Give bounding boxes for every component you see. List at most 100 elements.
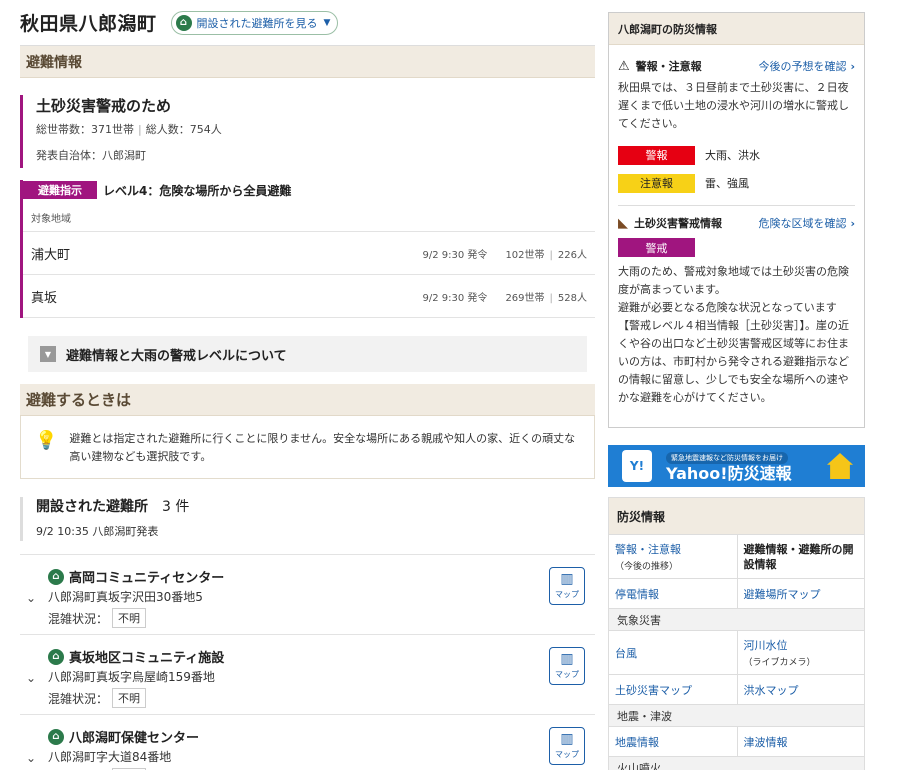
shelter-icon: ⌂ [175, 14, 192, 31]
lightbulb-icon: 💡 [35, 430, 58, 451]
shelter-updated: 9/2 10:35 八郎潟町発表 [36, 525, 159, 538]
map-label: マップ [555, 590, 579, 599]
map-label: マップ [555, 750, 579, 759]
bosai-links: 防災情報 警報・注意報 （今後の推移） 避難情報・避難所の開設情報 停電情報 避難… [608, 497, 865, 770]
warning-label: 警報・注意報 [635, 60, 702, 73]
accordion-label: 避難情報と大雨の警戒レベルについて [66, 348, 287, 364]
level-text: レベル4：危険な場所から全員避難 [103, 183, 292, 198]
earthquake-link[interactable]: 地震情報 [609, 727, 737, 756]
warning-items: 大雨、洪水 [705, 149, 760, 162]
expand-chevron-icon[interactable]: ⌄ [26, 751, 36, 765]
main-column: 秋田県八郎潟町 ⌂ 開設された避難所を見る ▼ 避難情報 土砂災害警戒のため 総… [20, 0, 595, 770]
category-quake: 地震・津波 [609, 704, 864, 726]
evac-shelter-info-link[interactable]: 避難情報・避難所の開設情報 [736, 535, 865, 578]
expand-chevron-icon[interactable]: ⌄ [26, 591, 36, 605]
map-button[interactable]: ▥ マップ [549, 727, 585, 765]
landslide-map-link[interactable]: 土砂災害マップ [609, 675, 737, 704]
evac-card: 土砂災害警戒のため 総世帯数：371世帯 | 総人数：754人 発表自治体：八郎潟町 [20, 95, 595, 168]
forecast-link[interactable]: 今後の予想を確認 › [758, 58, 855, 74]
advisory-items: 雷、強風 [705, 177, 749, 190]
area-households: 269世帯 [505, 292, 545, 304]
link-row: 地震情報 津波情報 [609, 726, 864, 756]
landslide-text-1: 大雨のため、警戒対象地域では土砂災害の危険度が高まっています。 [618, 265, 849, 296]
warning-text: 秋田県では、３日昼前まで土砂災害に、２日夜遅くまで低い土地の浸水や河川の増水に警… [618, 81, 849, 130]
expand-triangle-icon: ▼ [40, 346, 56, 362]
area-info: 9/2 9:30 発令 269世帯 | 528人 [423, 289, 587, 304]
crowd-value: 不明 [112, 688, 147, 708]
river-level-text: 河川水位 [743, 639, 788, 652]
evac-note: 💡 避難とは指定された避難所に行くことに限りません。安全な場所にある親戚や知人の… [20, 416, 595, 479]
warning-icon: ⚠ [618, 58, 630, 74]
link-row: 警報・注意報 （今後の推移） 避難情報・避難所の開設情報 [609, 534, 864, 578]
evac-note-text: 避難とは指定された避難所に行くことに限りません。安全な場所にある親戚や知人の家、… [69, 432, 576, 463]
map-button[interactable]: ▥ マップ [549, 567, 585, 605]
expand-chevron-icon[interactable]: ⌄ [26, 671, 36, 685]
shelter-name-text: 高岡コミュニティセンター [69, 571, 225, 586]
category-volcano: 火山噴火 [609, 756, 864, 770]
chevron-right-icon: › [850, 217, 855, 230]
level-block: 避難指示 レベル4：危険な場所から全員避難 対象地域 浦大町 9/2 9:30 … [20, 180, 595, 318]
shelter-address: 八郎潟町真坂字沢田30番地5 [48, 590, 203, 604]
evac-map-link[interactable]: 避難場所マップ [736, 579, 865, 608]
map-label: マップ [555, 670, 579, 679]
divider [618, 205, 855, 206]
evac-counts: 総世帯数：371世帯 | 総人数：754人 [36, 122, 595, 138]
shelter-crowd: 混雑状況：不明 [48, 608, 147, 628]
warning-link[interactable]: 警報・注意報 （今後の推移） [609, 535, 737, 578]
shelter-list: ⌂ 高岡コミュニティセンター ⌄ 八郎潟町真坂字沢田30番地5 混雑状況： 不明 ▥… [20, 554, 595, 770]
shelter-address: 八郎潟町真坂字烏屋崎159番地 [48, 670, 215, 684]
map-button[interactable]: ▥ マップ [549, 647, 585, 685]
yahoo-bosai-banner[interactable]: Y! 緊急地震速報など防災情報をお届け Yahoo!防災速報 [608, 445, 865, 487]
banner-tagline: 緊急地震速報など防災情報をお届け [666, 451, 788, 464]
household-count: 総世帯数：371世帯 [36, 123, 134, 136]
issuer: 発表自治体：八郎潟町 [36, 149, 146, 162]
evac-info-heading: 避難情報 [20, 46, 595, 78]
house-icon [827, 453, 853, 479]
town-disaster-body: ⚠ 警報・注意報 今後の予想を確認 › 秋田県では、３日昼前まで土砂災害に、２日夜… [609, 53, 864, 407]
area-name: 真坂 [31, 290, 58, 306]
page-title: 秋田県八郎潟町 [20, 13, 157, 35]
shelter-name[interactable]: ⌂ 八郎潟町保健センター [48, 727, 199, 746]
shelter-name-text: 八郎潟町保健センター [69, 731, 200, 746]
crowd-label: 混雑状況： [48, 611, 109, 626]
river-level-link[interactable]: 河川水位 （ライブカメラ） [736, 631, 865, 674]
warning-row: 警報 大雨、洪水 [618, 145, 855, 165]
area-row: 浦大町 9/2 9:30 発令 102世帯 | 226人 [23, 232, 595, 275]
phone-icon: Y! [622, 450, 652, 482]
area-people: 226人 [557, 249, 587, 261]
town-disaster-box: 八郎潟町の防災情報 ⚠ 警報・注意報 今後の予想を確認 › 秋田県では、３日昼前ま… [608, 12, 865, 428]
link-row: 土砂災害マップ 洪水マップ [609, 674, 864, 704]
typhoon-link[interactable]: 台風 [609, 631, 737, 674]
shelter-count: 3 件 [162, 499, 190, 515]
open-shelters-button[interactable]: ⌂ 開設された避難所を見る ▼ [170, 10, 339, 35]
evac-when-heading: 避難するときは [20, 384, 595, 416]
area-row: 真坂 9/2 9:30 発令 269世帯 | 528人 [23, 275, 595, 318]
power-outage-link[interactable]: 停電情報 [609, 579, 737, 608]
warning-heading: ⚠ 警報・注意報 今後の予想を確認 › [618, 53, 855, 79]
category-weather: 気象災害 [609, 608, 864, 630]
shelter-name[interactable]: ⌂ 真坂地区コミュニティ施設 [48, 647, 224, 666]
danger-area-link[interactable]: 危険な区域を確認 › [758, 215, 855, 231]
area-header: 対象地域 [23, 200, 595, 232]
tsunami-link[interactable]: 津波情報 [736, 727, 865, 756]
area-name: 浦大町 [31, 247, 71, 263]
levels-accordion[interactable]: ▼ 避難情報と大雨の警戒レベルについて [28, 336, 587, 372]
banner-title: Yahoo!防災速報 [666, 463, 792, 483]
warning-badge: 警報 [618, 145, 695, 165]
crowd-label: 混雑状況： [48, 691, 109, 706]
shelter-name-text: 真坂地区コミュニティ施設 [69, 651, 225, 666]
landslide-text-2: 避難が必要となる危険な状況となっています【警戒レベル４相当情報［土砂災害］】。崖… [618, 301, 849, 404]
danger-area-link-text: 危険な区域を確認 [758, 217, 847, 230]
link-row: 停電情報 避難場所マップ [609, 578, 864, 608]
shelter-crowd: 混雑状況：不明 [48, 688, 147, 708]
chevron-right-icon: › [850, 60, 855, 73]
banner-text: 緊急地震速報など防災情報をお届け Yahoo!防災速報 [666, 449, 827, 484]
shelter-name[interactable]: ⌂ 高岡コミュニティセンター [48, 567, 224, 586]
landslide-label: 土砂災害警戒情報 [634, 217, 722, 230]
shelter-address: 八郎潟町字大道84番地 [48, 750, 172, 764]
separator: | [138, 123, 142, 136]
forecast-link-text: 今後の予想を確認 [758, 60, 847, 73]
flood-map-link[interactable]: 洪水マップ [736, 675, 865, 704]
chevron-down-icon: ▼ [323, 17, 331, 28]
area-people: 528人 [557, 292, 587, 304]
